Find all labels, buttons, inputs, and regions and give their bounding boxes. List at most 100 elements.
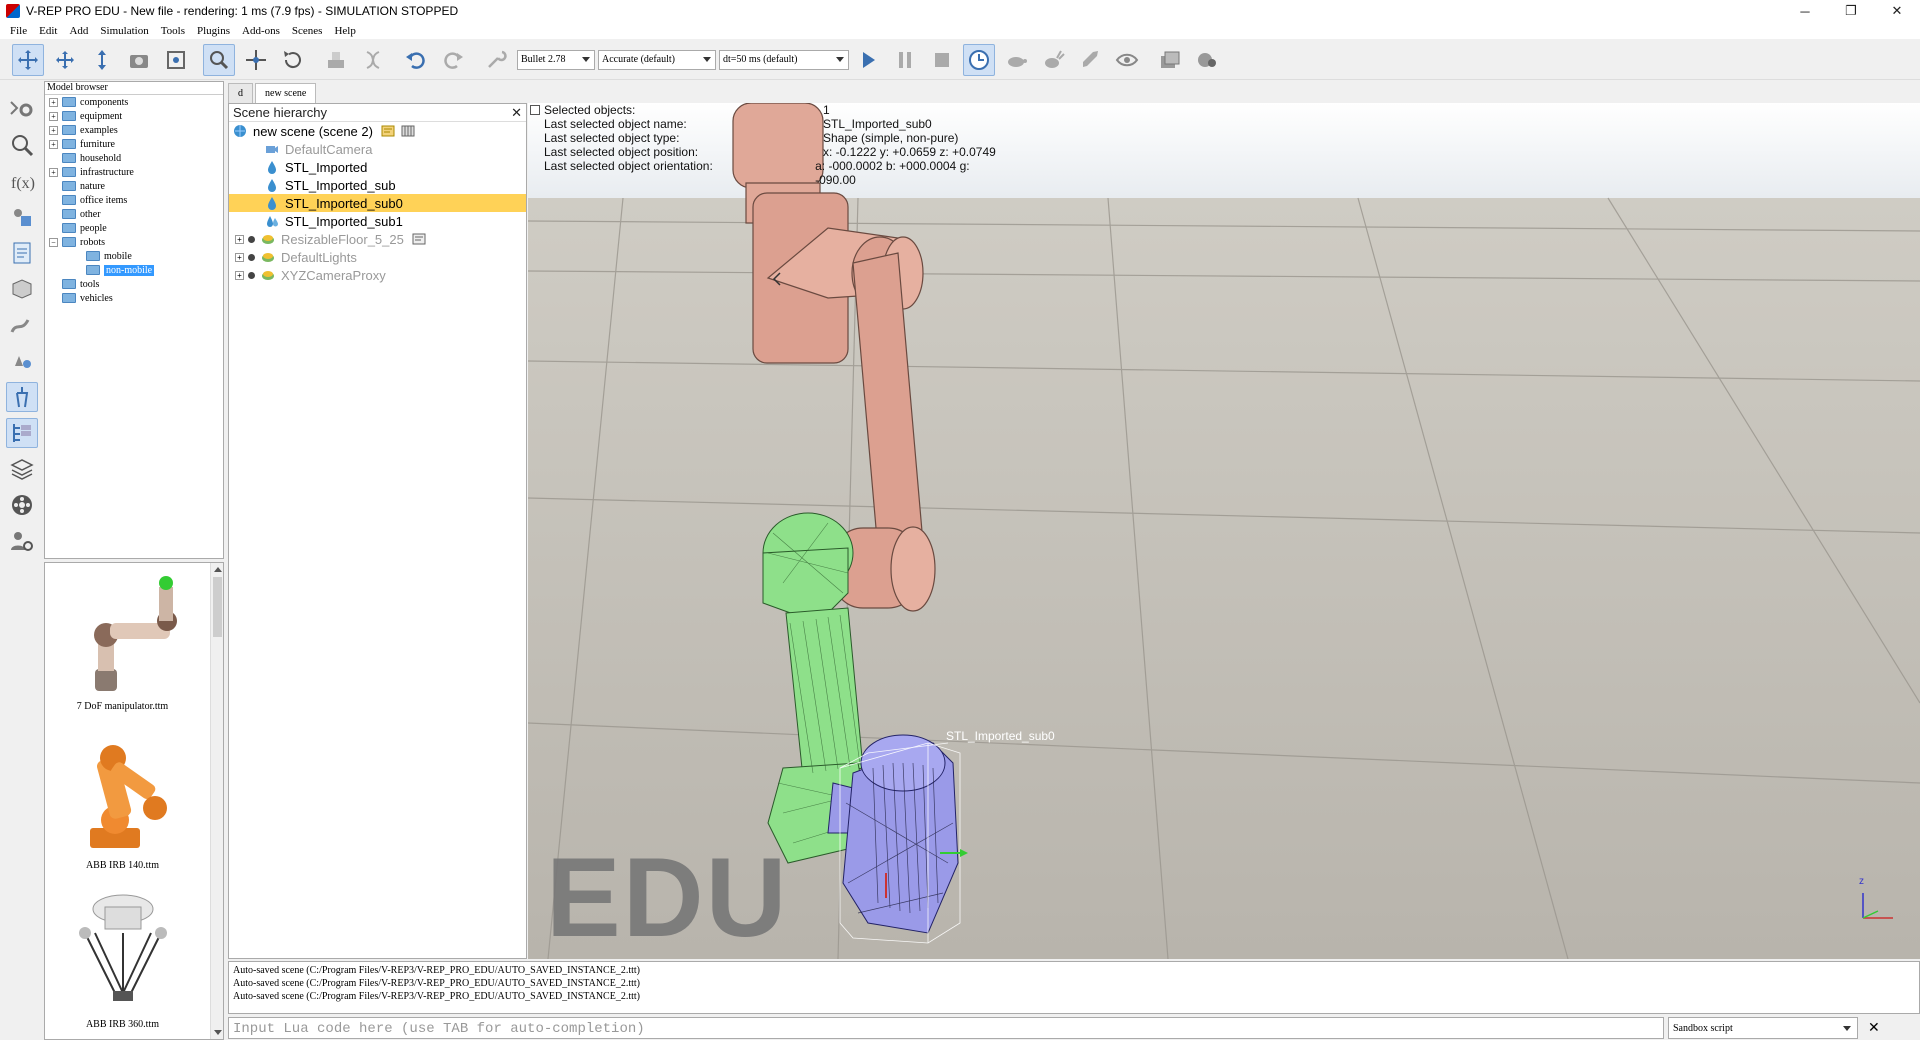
- fit-to-view-button[interactable]: [160, 44, 192, 76]
- transfer-dna-button[interactable]: [357, 44, 389, 76]
- model-tree-item[interactable]: mobile: [45, 249, 223, 263]
- shape-edit-button[interactable]: [6, 274, 38, 304]
- menu-edit[interactable]: Edit: [39, 25, 57, 37]
- model-tree-item[interactable]: − robots: [45, 235, 223, 249]
- scroll-thumb[interactable]: [213, 577, 222, 637]
- camera-shift-button[interactable]: [86, 44, 118, 76]
- info-toggle-checkbox[interactable]: [530, 105, 540, 115]
- expand-icon[interactable]: +: [49, 167, 58, 177]
- hierarchy-item[interactable]: + XYZCameraProxy: [229, 266, 526, 284]
- script-icon[interactable]: [412, 232, 426, 246]
- close-button[interactable]: ✕: [1874, 0, 1920, 22]
- hierarchy-close-button[interactable]: ✕: [511, 105, 522, 121]
- model-tree-item[interactable]: other: [45, 207, 223, 221]
- camera-rotate-button[interactable]: [49, 44, 81, 76]
- path-edit-button[interactable]: [6, 310, 38, 340]
- page-selector-button[interactable]: [1154, 44, 1186, 76]
- model-tree-item[interactable]: nature: [45, 179, 223, 193]
- expand-icon[interactable]: +: [49, 111, 58, 121]
- accuracy-select[interactable]: Accurate (default): [598, 49, 716, 70]
- scroll-up-icon[interactable]: [214, 567, 222, 572]
- undo-button[interactable]: [400, 44, 432, 76]
- hierarchy-item[interactable]: STL_Imported_sub0: [229, 194, 526, 212]
- model-tree-item[interactable]: office items: [45, 193, 223, 207]
- speed-up-button[interactable]: [1037, 44, 1069, 76]
- physics-engine-select[interactable]: Bullet 2.78: [517, 49, 595, 70]
- timestep-select[interactable]: dt=50 ms (default): [719, 49, 849, 70]
- object-shift-button[interactable]: [240, 44, 272, 76]
- hierarchy-root[interactable]: new scene (scene 2): [229, 122, 526, 140]
- redo-button[interactable]: [437, 44, 469, 76]
- model-tree-item[interactable]: tools: [45, 277, 223, 291]
- model-tree-item[interactable]: + furniture: [45, 137, 223, 151]
- expand-icon[interactable]: +: [235, 270, 244, 280]
- layers-button[interactable]: [6, 454, 38, 484]
- expand-icon[interactable]: +: [235, 252, 244, 262]
- click-select-button[interactable]: [203, 43, 235, 76]
- hierarchy-item[interactable]: STL_Imported_sub: [229, 176, 526, 194]
- hierarchy-item[interactable]: + ResizableFloor_5_25: [229, 230, 526, 248]
- pause-simulation-button[interactable]: [889, 44, 921, 76]
- menu-tools[interactable]: Tools: [161, 25, 185, 37]
- model-tree-item[interactable]: + examples: [45, 123, 223, 137]
- hierarchy-item[interactable]: + DefaultLights: [229, 248, 526, 266]
- scripts-button[interactable]: [6, 238, 38, 268]
- menu-simulation[interactable]: Simulation: [100, 25, 148, 37]
- model-tree-item[interactable]: + infrastructure: [45, 165, 223, 179]
- collapse-icon[interactable]: −: [49, 237, 58, 247]
- thumbnail-item[interactable]: ABB IRB 140.ttm: [55, 728, 190, 878]
- lua-code-input[interactable]: Input Lua code here (use TAB for auto-co…: [228, 1016, 1664, 1039]
- model-tree-item[interactable]: + components: [45, 95, 223, 109]
- model-browser-button[interactable]: [5, 382, 38, 412]
- scene-hierarchy-button[interactable]: [5, 418, 38, 448]
- start-simulation-button[interactable]: [852, 44, 884, 76]
- hierarchy-item[interactable]: STL_Imported_sub1: [229, 212, 526, 230]
- menu-scenes[interactable]: Scenes: [292, 25, 323, 37]
- user-settings-button[interactable]: [6, 526, 38, 556]
- hierarchy-item[interactable]: DefaultCamera: [229, 140, 526, 158]
- thread-rendering-button[interactable]: [1074, 44, 1106, 76]
- close-console-button[interactable]: ✕: [1868, 1019, 1880, 1036]
- hierarchy-item[interactable]: STL_Imported: [229, 158, 526, 176]
- maximize-button[interactable]: ❐: [1828, 0, 1874, 22]
- scroll-down-icon[interactable]: [214, 1030, 222, 1035]
- script-select[interactable]: Sandbox script: [1668, 1016, 1858, 1039]
- selection-button[interactable]: [6, 130, 38, 160]
- model-browser-toggle-button[interactable]: [6, 346, 38, 376]
- thumbnail-item[interactable]: ABB IRB 360.ttm: [55, 887, 190, 1037]
- thumbnail-item[interactable]: 7 DoF manipulator.ttm: [55, 569, 190, 719]
- scene-viewport[interactable]: Selected objects: 1 Last selected object n…: [528, 103, 1920, 959]
- camera-angle-button[interactable]: [123, 44, 155, 76]
- collections-button[interactable]: [6, 202, 38, 232]
- simulation-settings-button[interactable]: [6, 94, 38, 124]
- menu-help[interactable]: Help: [334, 25, 355, 37]
- expand-icon[interactable]: +: [49, 125, 58, 135]
- menu-file[interactable]: File: [10, 25, 27, 37]
- camera-pan-button[interactable]: [12, 43, 44, 76]
- model-tree-item[interactable]: household: [45, 151, 223, 165]
- expand-icon[interactable]: +: [49, 97, 58, 107]
- stop-simulation-button[interactable]: [926, 44, 958, 76]
- model-tree-item[interactable]: vehicles: [45, 291, 223, 305]
- video-recorder-button[interactable]: [6, 490, 38, 520]
- menu-plugins[interactable]: Plugins: [197, 25, 230, 37]
- dynamics-toggle-button[interactable]: [480, 44, 512, 76]
- thumbnails-scrollbar[interactable]: [210, 563, 223, 1039]
- realtime-mode-button[interactable]: [963, 43, 995, 76]
- film-icon[interactable]: [401, 124, 415, 138]
- assemble-button[interactable]: [320, 44, 352, 76]
- slow-down-button[interactable]: [1000, 44, 1032, 76]
- model-tree-item[interactable]: non-mobile: [45, 263, 223, 277]
- menu-add[interactable]: Add: [69, 25, 88, 37]
- object-rotate-button[interactable]: [277, 44, 309, 76]
- minimize-button[interactable]: ─: [1782, 0, 1828, 22]
- scene-selector-button[interactable]: [1191, 44, 1223, 76]
- expand-icon[interactable]: +: [49, 139, 58, 149]
- calculation-modules-button[interactable]: f(x): [6, 166, 38, 196]
- tab-new-scene[interactable]: new scene: [255, 83, 317, 103]
- model-tree-item[interactable]: + equipment: [45, 109, 223, 123]
- visualization-toggle-button[interactable]: [1111, 44, 1143, 76]
- script-icon[interactable]: [381, 124, 395, 138]
- expand-icon[interactable]: +: [235, 234, 244, 244]
- model-tree-item[interactable]: people: [45, 221, 223, 235]
